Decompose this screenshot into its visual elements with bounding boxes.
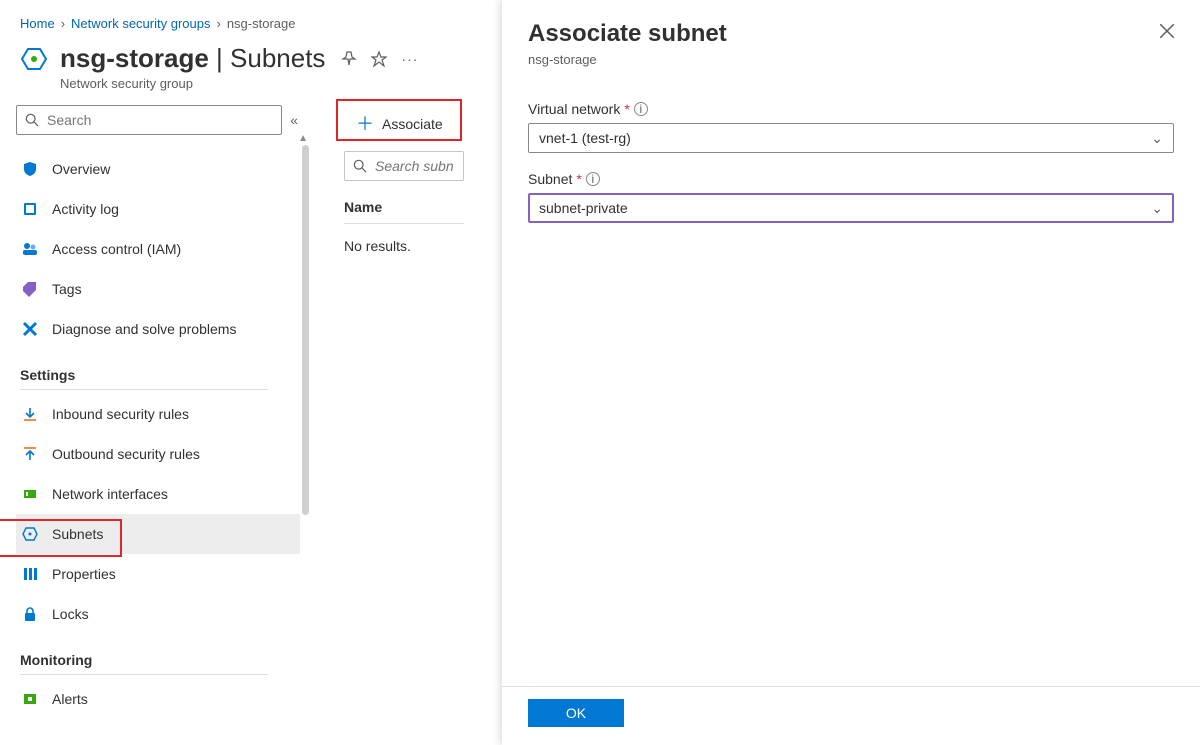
associate-subnet-panel: Associate subnet nsg-storage Virtual net… bbox=[502, 0, 1200, 745]
log-icon bbox=[20, 201, 40, 217]
breadcrumb-current: nsg-storage bbox=[227, 16, 296, 31]
sidebar-item-label: Diagnose and solve problems bbox=[52, 321, 236, 337]
lock-icon bbox=[20, 606, 40, 622]
divider bbox=[20, 389, 268, 390]
page-title-section-text: Subnets bbox=[230, 43, 325, 74]
sidebar-item-alerts[interactable]: Alerts bbox=[16, 679, 300, 719]
sidebar-group-monitoring: Monitoring bbox=[20, 652, 308, 668]
sidebar-item-label: Inbound security rules bbox=[52, 406, 189, 422]
ok-button[interactable]: OK bbox=[528, 699, 624, 727]
subnet-label: Subnet bbox=[528, 171, 572, 187]
tag-icon bbox=[20, 281, 40, 297]
chevron-right-icon: › bbox=[61, 16, 65, 31]
properties-icon bbox=[20, 566, 40, 582]
sidebar-item-outbound-rules[interactable]: Outbound security rules bbox=[16, 434, 300, 474]
sidebar-item-label: Properties bbox=[52, 566, 116, 582]
sidebar-item-access-control[interactable]: Access control (IAM) bbox=[16, 229, 300, 269]
breadcrumb-nsg-list[interactable]: Network security groups bbox=[71, 16, 210, 31]
favorite-icon[interactable] bbox=[371, 51, 387, 67]
sidebar-item-activity-log[interactable]: Activity log bbox=[16, 189, 300, 229]
vnet-value: vnet-1 (test-rg) bbox=[539, 130, 631, 146]
sidebar-item-properties[interactable]: Properties bbox=[16, 554, 300, 594]
required-icon: * bbox=[576, 171, 581, 187]
people-icon bbox=[20, 241, 40, 257]
wrench-icon bbox=[20, 321, 40, 337]
divider bbox=[20, 674, 268, 675]
nic-icon bbox=[20, 486, 40, 502]
sidebar-search[interactable] bbox=[16, 105, 282, 135]
sidebar-item-label: Access control (IAM) bbox=[52, 241, 181, 257]
shield-icon bbox=[20, 161, 40, 177]
associate-label: Associate bbox=[382, 116, 443, 132]
table-empty-state: No results. bbox=[344, 224, 478, 254]
content-area: ＋ Associate Name No results. bbox=[308, 105, 478, 725]
plus-icon: ＋ bbox=[356, 115, 374, 133]
more-icon[interactable]: ··· bbox=[401, 51, 418, 67]
sidebar-item-label: Tags bbox=[52, 281, 82, 297]
column-header-name[interactable]: Name bbox=[344, 199, 464, 224]
sidebar-item-label: Alerts bbox=[52, 691, 88, 707]
sidebar-item-label: Locks bbox=[52, 606, 89, 622]
outbound-icon bbox=[20, 446, 40, 462]
subnet-search[interactable] bbox=[344, 151, 464, 181]
sidebar-group-settings: Settings bbox=[20, 367, 308, 383]
chevron-down-icon: ⌄ bbox=[1151, 200, 1163, 217]
nsg-icon bbox=[20, 45, 48, 73]
sidebar-item-subnets[interactable]: Subnets bbox=[16, 514, 300, 554]
sidebar-item-label: Overview bbox=[52, 161, 110, 177]
breadcrumb-home[interactable]: Home bbox=[20, 16, 55, 31]
subnet-value: subnet-private bbox=[539, 200, 628, 216]
sidebar: « ▲ Overview Activity log Access control… bbox=[0, 105, 308, 725]
info-icon[interactable]: i bbox=[586, 172, 600, 186]
inbound-icon bbox=[20, 406, 40, 422]
alert-icon bbox=[20, 691, 40, 707]
sidebar-item-label: Outbound security rules bbox=[52, 446, 200, 462]
page-title-section: | bbox=[209, 43, 230, 74]
vnet-dropdown[interactable]: vnet-1 (test-rg) ⌄ bbox=[528, 123, 1174, 153]
info-icon[interactable]: i bbox=[634, 102, 648, 116]
required-icon: * bbox=[624, 101, 629, 117]
search-icon bbox=[353, 159, 367, 173]
search-icon bbox=[25, 113, 39, 127]
sidebar-item-network-interfaces[interactable]: Network interfaces bbox=[16, 474, 300, 514]
sidebar-item-locks[interactable]: Locks bbox=[16, 594, 300, 634]
chevron-right-icon: › bbox=[216, 16, 220, 31]
sidebar-item-diagnose[interactable]: Diagnose and solve problems bbox=[16, 309, 300, 349]
subnet-icon bbox=[20, 526, 40, 542]
panel-title: Associate subnet bbox=[528, 20, 1174, 48]
vnet-label: Virtual network bbox=[528, 101, 620, 117]
panel-subtitle: nsg-storage bbox=[528, 52, 1174, 67]
chevron-down-icon: ⌄ bbox=[1151, 130, 1163, 147]
scroll-up-icon: ▲ bbox=[298, 133, 308, 144]
pin-icon[interactable] bbox=[341, 51, 357, 67]
panel-footer: OK bbox=[502, 686, 1200, 745]
subnet-dropdown[interactable]: subnet-private ⌄ bbox=[528, 193, 1174, 223]
sidebar-search-input[interactable] bbox=[45, 111, 273, 129]
associate-button[interactable]: ＋ Associate bbox=[344, 109, 455, 139]
sidebar-item-label: Subnets bbox=[52, 526, 103, 542]
sidebar-item-tags[interactable]: Tags bbox=[16, 269, 300, 309]
sidebar-item-inbound-rules[interactable]: Inbound security rules bbox=[16, 394, 300, 434]
collapse-sidebar-icon[interactable]: « bbox=[290, 112, 298, 128]
sidebar-item-overview[interactable]: Overview bbox=[16, 149, 300, 189]
close-icon[interactable] bbox=[1158, 22, 1176, 40]
sidebar-item-label: Activity log bbox=[52, 201, 119, 217]
page-title: nsg-storage bbox=[60, 43, 209, 74]
subnet-search-input[interactable] bbox=[373, 157, 455, 175]
sidebar-item-label: Network interfaces bbox=[52, 486, 168, 502]
